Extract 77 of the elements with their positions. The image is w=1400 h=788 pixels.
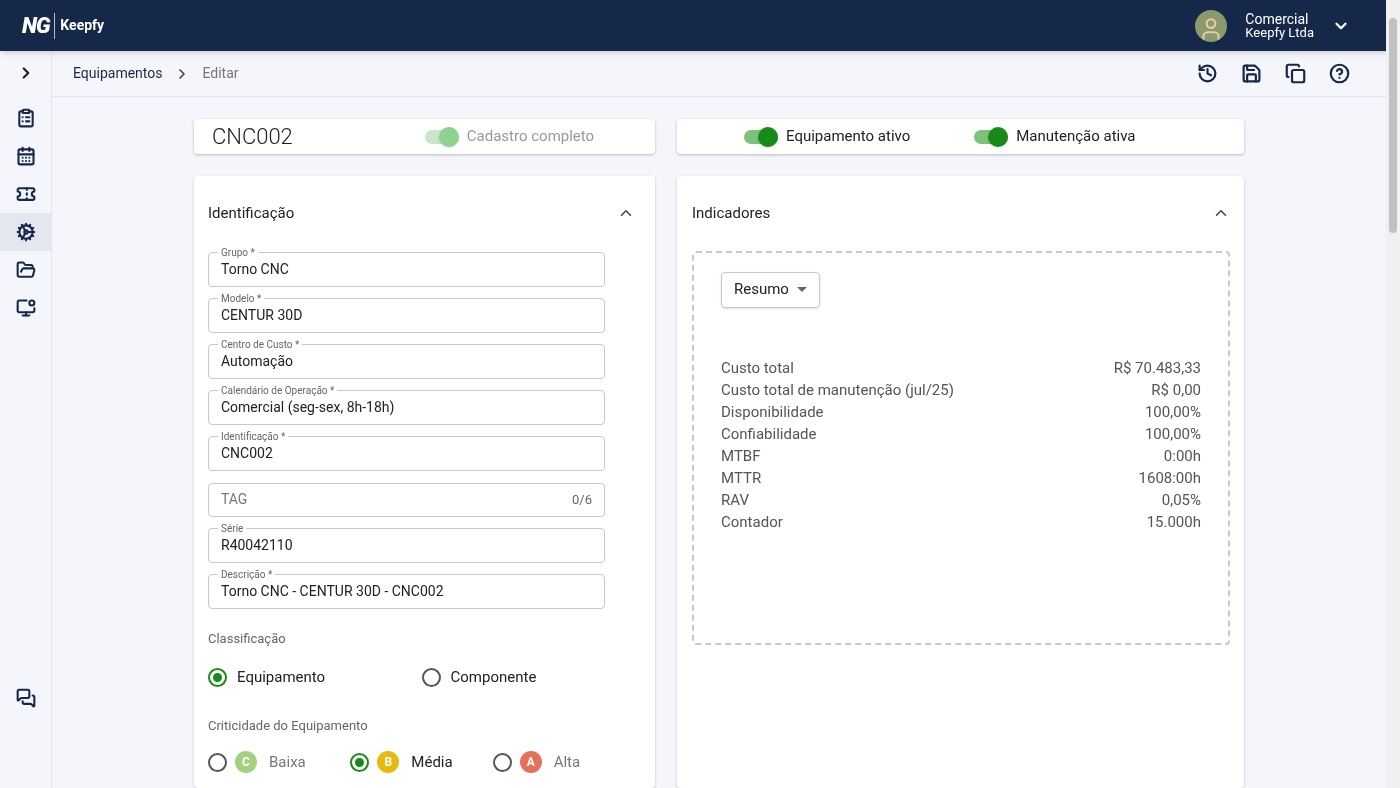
section-title: Identificação <box>208 203 295 224</box>
equipment-code: CNC002 <box>212 123 293 151</box>
indicator-label: Disponibilidade <box>721 402 824 424</box>
toggle-label: Cadastro completo <box>466 126 595 148</box>
radio-button[interactable] <box>421 667 441 687</box>
input-field[interactable]: TAG 0/6 <box>208 482 605 517</box>
radio-label: Componente <box>450 667 537 688</box>
radio-button[interactable] <box>350 752 370 772</box>
indicator-label: MTTR <box>721 468 762 490</box>
radio-button[interactable] <box>208 667 227 687</box>
chat-icon[interactable] <box>15 688 36 708</box>
indicator-value: 1608:00h <box>1138 468 1201 490</box>
criticality-badge: A <box>519 751 542 774</box>
logo: NG <box>22 12 56 39</box>
indicator-label: MTBF <box>721 446 761 468</box>
indicator-label: Custo total <box>721 358 794 380</box>
character-counter: 0/6 <box>572 490 592 509</box>
indicator-value: 0,05% <box>1161 490 1201 512</box>
toggle-label: Equipamento ativo <box>786 126 911 148</box>
toggle-switch[interactable] <box>974 126 1009 147</box>
summary-dropdown[interactable]: Resumo <box>721 271 820 308</box>
criticality-badge: B <box>377 751 400 774</box>
section-title: Indicadores <box>692 203 771 224</box>
scrollbar[interactable] <box>1386 0 1400 788</box>
indicator-label: Confiabilidade <box>721 424 817 446</box>
breadcrumb-link[interactable]: Equipamentos <box>73 63 163 84</box>
input-field[interactable]: Calendário de Operação * Comercial (seg-sex, 8h-18h) <box>208 383 605 425</box>
radio-label: Baixa <box>269 752 306 773</box>
input-field[interactable]: Centro de Custo * Automação <box>208 337 605 379</box>
gear-icon <box>15 222 36 242</box>
indicator-value: 100,00% <box>1144 424 1201 446</box>
group-label: Criticidade do Equipamento <box>208 716 369 735</box>
radio-button[interactable] <box>492 752 512 772</box>
calendar-icon <box>15 146 36 166</box>
caret-icon <box>796 287 807 292</box>
radio-label: Média <box>411 752 453 773</box>
field-label: Centro de Custo * <box>220 337 301 352</box>
ticket-icon <box>15 184 36 204</box>
input-field[interactable]: Identificação * CNC002 <box>208 429 605 471</box>
indicator-label: Contador <box>721 512 783 534</box>
radio-label: Equipamento <box>237 667 326 688</box>
indicator-value: 15.000h <box>1146 512 1201 534</box>
indicator-value: R$ 0,00 <box>1151 380 1201 402</box>
history-button[interactable] <box>1196 62 1218 85</box>
radio-label: Alta <box>553 752 581 773</box>
radio-button[interactable] <box>208 752 227 772</box>
folder-icon <box>15 260 36 280</box>
help-button[interactable] <box>1328 62 1350 85</box>
company-name: Keepfy Ltda <box>1245 25 1314 40</box>
sidebar-item[interactable] <box>0 213 51 251</box>
avatar[interactable] <box>1195 9 1228 42</box>
criticality-badge: C <box>235 751 257 774</box>
input-field[interactable]: Série R40042110 <box>208 521 605 563</box>
clipboard-icon <box>15 108 36 128</box>
field-label: Calendário de Operação * <box>220 383 336 398</box>
field-label: Modelo * <box>220 291 263 306</box>
breadcrumb-current: Editar <box>202 64 239 83</box>
field-label: Descrição * <box>220 567 274 582</box>
input-field[interactable]: Descrição * Torno CNC - CENTUR 30D - CNC002 <box>208 567 605 609</box>
field-label: Grupo * <box>220 245 256 260</box>
indicator-value: 0:00h <box>1163 446 1201 468</box>
input-field[interactable]: Grupo * Torno CNC <box>208 245 605 287</box>
toggle-switch[interactable] <box>744 126 778 147</box>
indicator-label: RAV <box>721 490 749 512</box>
field-label: Série <box>220 521 245 536</box>
save-button[interactable] <box>1240 62 1262 85</box>
toggle-label: Manutenção ativa <box>1016 126 1136 148</box>
indicator-value: 100,00% <box>1144 402 1201 424</box>
brand-name: Keepfy <box>60 16 105 35</box>
group-label: Classificação <box>208 629 287 648</box>
indicator-label: Custo total de manutenção (jul/25) <box>721 380 954 402</box>
input-field[interactable]: Modelo * CENTUR 30D <box>208 291 605 333</box>
field-label: Identificação * <box>220 429 287 444</box>
indicator-value: R$ 70.483,33 <box>1113 358 1201 380</box>
user-name: Comercial <box>1245 11 1310 26</box>
monitor-icon <box>15 298 36 318</box>
copy-button[interactable] <box>1284 62 1306 85</box>
